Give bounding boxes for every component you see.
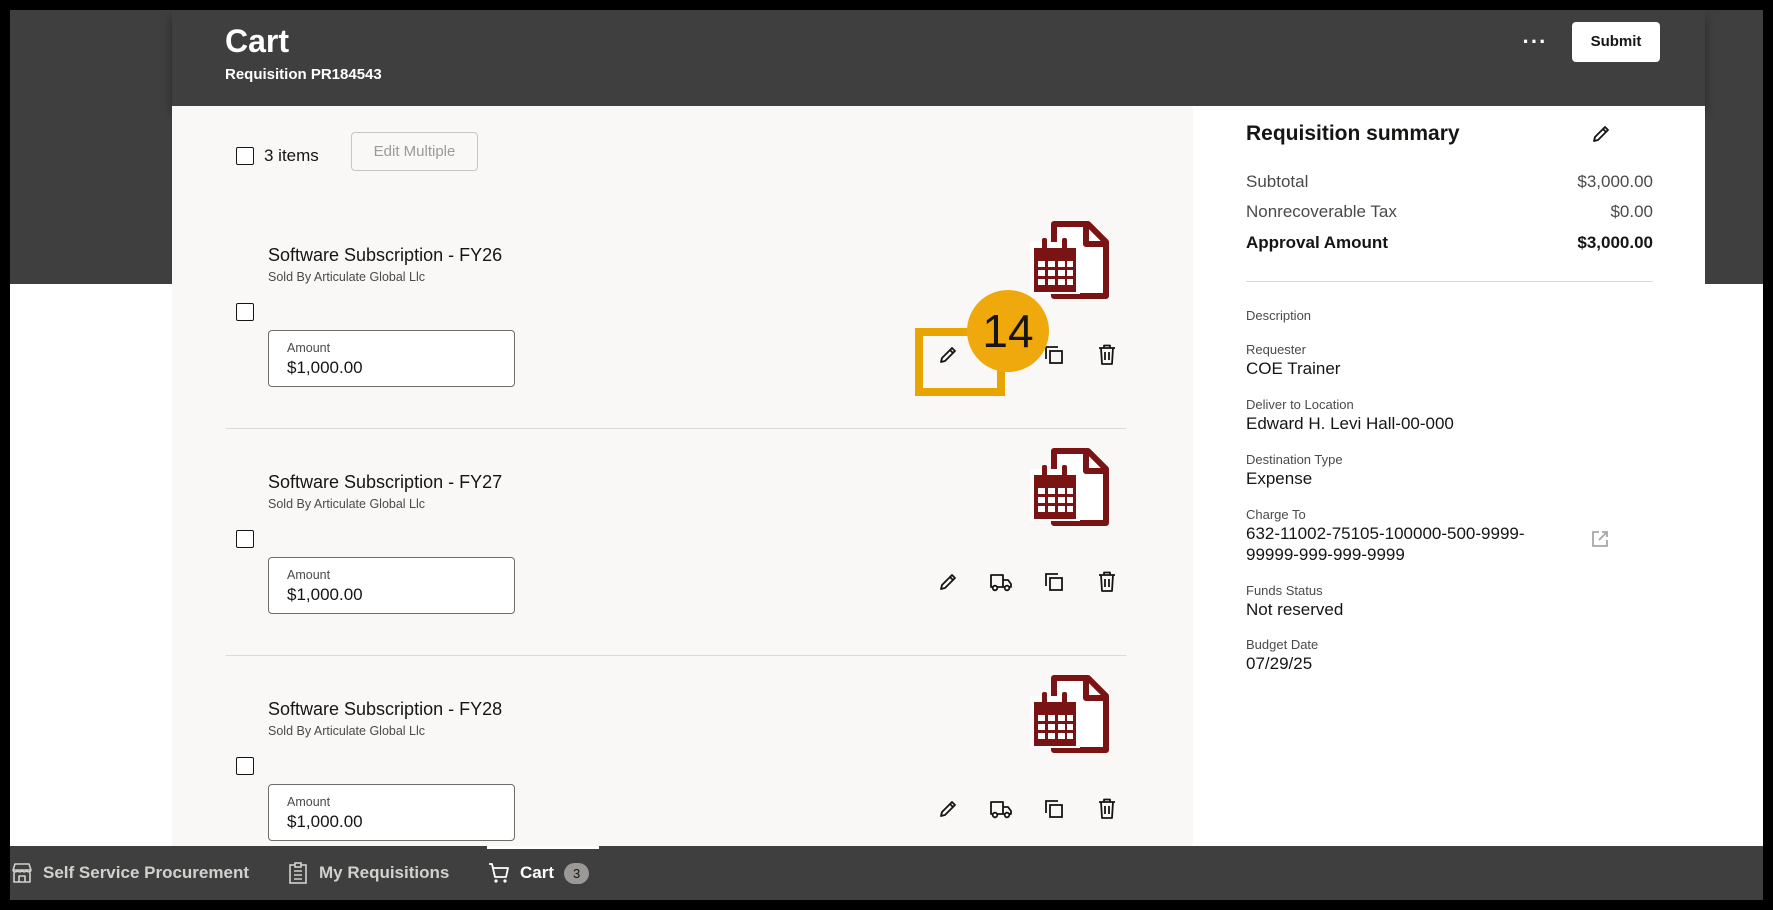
cart-icon — [487, 861, 511, 885]
duplicate-icon — [1045, 573, 1063, 591]
amount-field[interactable]: Amount $1,000.00 — [268, 557, 515, 614]
bottom-navigation: Self Service Procurement My Requisitions… — [10, 846, 1763, 900]
edit-line-button[interactable] — [931, 792, 965, 826]
delete-button[interactable] — [1090, 565, 1124, 599]
budget-date-value: 07/29/25 — [1246, 654, 1313, 673]
deliver-to-location-label: Deliver to Location — [1246, 397, 1354, 412]
page-title: Cart — [225, 23, 290, 59]
nav-cart[interactable]: Cart 3 — [487, 846, 590, 900]
item-seller: Sold By Articulate Global Llc — [268, 497, 426, 511]
deliver-to-location-value: Edward H. Levi Hall-00-000 — [1246, 414, 1454, 433]
truck-icon — [990, 574, 1012, 592]
funds-status-label: Funds Status — [1246, 583, 1323, 598]
subtotal-value: $3,000.00 — [1577, 172, 1653, 191]
item-seller: Sold By Articulate Global Llc — [268, 270, 426, 284]
trash-icon — [1099, 798, 1115, 819]
shipping-button[interactable] — [984, 792, 1018, 826]
trash-icon — [1099, 344, 1115, 365]
open-charge-account-button[interactable] — [1587, 526, 1613, 552]
clipboard-list-icon — [286, 861, 310, 885]
page-header: Cart Requisition PR184543 ··· Submit — [172, 10, 1705, 106]
tax-value: $0.00 — [1610, 202, 1653, 221]
item-name[interactable]: Software Subscription - FY28 — [268, 699, 502, 720]
nav-my-requisitions[interactable]: My Requisitions — [286, 846, 449, 900]
amount-field[interactable]: Amount $1,000.00 — [268, 784, 515, 841]
delete-button[interactable] — [1090, 338, 1124, 372]
cart-lines-panel: 3 items Edit Multiple Software Subscript… — [172, 106, 1193, 846]
requisition-summary-panel: Requisition summary Subtotal $3,000.00 N… — [1193, 106, 1705, 846]
step-badge: 14 — [967, 290, 1049, 372]
amount-value: $1,000.00 — [287, 585, 363, 604]
amount-label: Amount — [287, 341, 331, 355]
edit-line-button[interactable] — [931, 565, 965, 599]
edit-summary-button[interactable] — [1587, 120, 1615, 148]
shipping-button[interactable] — [984, 565, 1018, 599]
subtotal-label: Subtotal — [1246, 172, 1309, 191]
destination-type-label: Destination Type — [1246, 452, 1343, 467]
destination-type-value: Expense — [1246, 469, 1313, 488]
line-item-checkbox[interactable] — [236, 530, 254, 548]
summary-title: Requisition summary — [1246, 122, 1460, 145]
ellipsis-icon: ··· — [1522, 29, 1548, 54]
requisition-number: Requisition PR184543 — [225, 66, 382, 83]
requester-label: Requester — [1246, 342, 1306, 357]
nav-label: My Requisitions — [319, 863, 450, 882]
cart-line-item: Software Subscription - FY27 Sold By Art… — [172, 429, 1193, 656]
summary-divider — [1246, 281, 1653, 282]
approval-amount-label: Approval Amount — [1246, 233, 1388, 252]
cart-count-badge: 3 — [564, 862, 590, 884]
budget-date-label: Budget Date — [1246, 637, 1319, 652]
screen: Cart Requisition PR184543 ··· Submit 3 i… — [10, 10, 1763, 900]
tax-label: Nonrecoverable Tax — [1246, 202, 1397, 221]
approval-amount-value: $3,000.00 — [1577, 233, 1653, 252]
item-name[interactable]: Software Subscription - FY27 — [268, 472, 502, 493]
cart-content: 3 items Edit Multiple Software Subscript… — [172, 106, 1705, 846]
edit-multiple-button[interactable]: Edit Multiple — [351, 132, 478, 171]
amount-label: Amount — [287, 568, 331, 582]
calendar-document-icon — [1024, 445, 1114, 531]
line-item-checkbox[interactable] — [236, 757, 254, 775]
requester-value: COE Trainer — [1246, 359, 1341, 378]
charge-to-value-line1: 632-11002-75105-100000-500-9999- — [1246, 524, 1525, 543]
more-actions-button[interactable]: ··· — [1517, 28, 1553, 64]
pencil-icon — [940, 574, 956, 590]
nav-self-service-procurement[interactable]: Self Service Procurement — [10, 846, 249, 900]
item-seller: Sold By Articulate Global Llc — [268, 724, 426, 738]
trash-icon — [1099, 571, 1115, 592]
calendar-document-icon — [1024, 218, 1114, 304]
amount-value: $1,000.00 — [287, 812, 363, 831]
line-item-checkbox[interactable] — [236, 303, 254, 321]
amount-label: Amount — [287, 795, 331, 809]
amount-field[interactable]: Amount $1,000.00 — [268, 330, 515, 387]
description-label: Description — [1246, 308, 1312, 323]
delete-button[interactable] — [1090, 792, 1124, 826]
charge-to-label: Charge To — [1246, 507, 1306, 522]
funds-status-value: Not reserved — [1246, 600, 1344, 619]
duplicate-button[interactable] — [1037, 792, 1071, 826]
amount-value: $1,000.00 — [287, 358, 363, 377]
charge-to-value-line2: 99999-999-999-9999 — [1246, 545, 1405, 564]
external-link-icon — [1592, 531, 1608, 547]
pencil-icon — [940, 801, 956, 817]
truck-icon — [990, 801, 1012, 819]
duplicate-button[interactable] — [1037, 565, 1071, 599]
active-tab-indicator — [487, 846, 599, 849]
calendar-document-icon — [1024, 672, 1114, 758]
pencil-icon — [1593, 126, 1609, 142]
storefront-icon — [10, 862, 34, 884]
nav-label: Cart — [520, 863, 555, 882]
submit-button[interactable]: Submit — [1572, 22, 1660, 62]
nav-label: Self Service Procurement — [43, 863, 249, 882]
duplicate-icon — [1045, 800, 1063, 818]
items-count: 3 items — [264, 146, 319, 165]
select-all-checkbox[interactable] — [236, 147, 254, 165]
item-name[interactable]: Software Subscription - FY26 — [268, 245, 502, 266]
